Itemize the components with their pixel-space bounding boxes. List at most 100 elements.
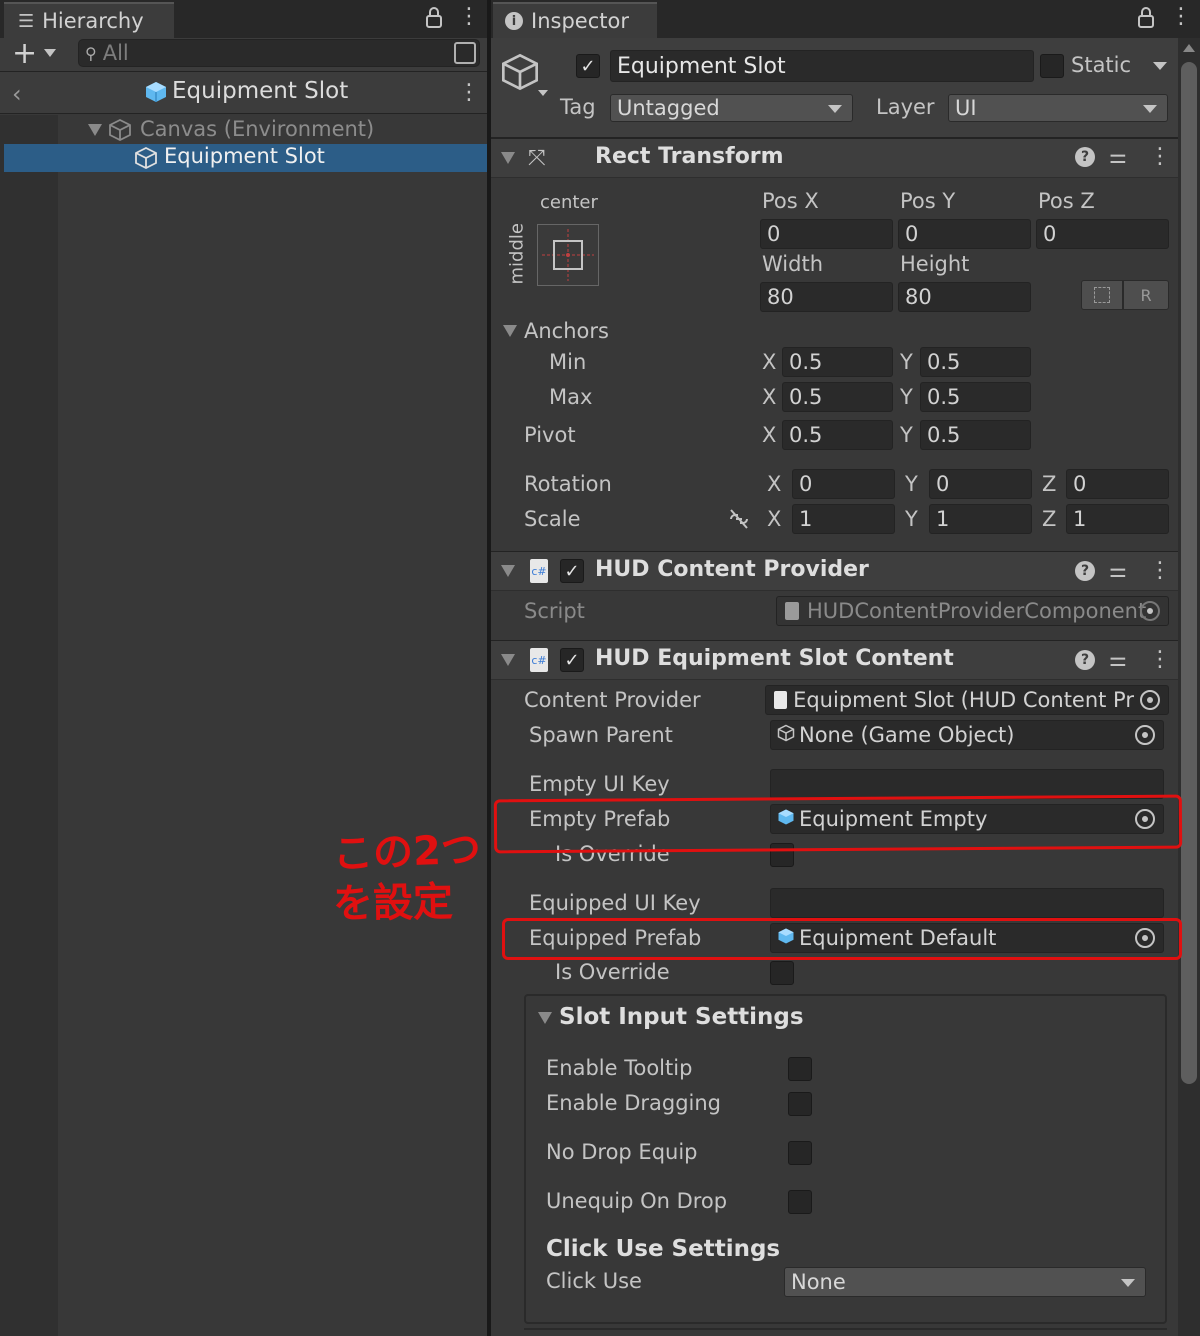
rotation-x-value: 0 [799,472,813,496]
equipped-is-override-checkbox[interactable] [770,961,794,985]
preset-sliders-icon[interactable]: ⚌ [1109,144,1127,168]
pos-x-input[interactable]: 0 [760,219,893,249]
spawn-parent-field[interactable]: None (Game Object) [770,720,1164,750]
content-provider-field[interactable]: Equipment Slot (HUD Content Pr [765,685,1169,715]
object-name-input[interactable]: Equipment Slot [610,50,1034,82]
raw-edit-button[interactable]: R [1123,280,1169,310]
object-picker-icon[interactable] [1135,725,1155,745]
help-icon[interactable]: ? [1075,147,1095,167]
hud-content-provider-enabled-toggle[interactable]: ✓ [560,559,584,583]
kebab-menu-icon[interactable]: ⋮ [458,80,480,105]
anchors-label[interactable]: Anchors [524,319,609,343]
object-picker-icon[interactable] [1140,690,1160,710]
anchor-max-x-input[interactable]: 0.5 [782,382,893,412]
collapse-triangle-icon[interactable] [501,152,515,164]
chevron-down-icon[interactable] [44,49,56,57]
rotation-x-input[interactable]: 0 [792,469,895,499]
enable-tooltip-label: Enable Tooltip [546,1056,693,1080]
static-dropdown-arrow-icon[interactable] [1153,62,1167,70]
scene-title: Equipment Slot [172,78,349,104]
annotation-highlight-empty-prefab [493,794,1183,854]
width-input[interactable]: 80 [760,282,893,312]
back-chevron-icon[interactable]: ‹ [12,80,22,108]
hierarchy-tab-label: Hierarchy [42,9,144,33]
rect-transform-icon: ⤧ [528,146,546,171]
expand-icon[interactable] [454,42,476,64]
height-input[interactable]: 80 [898,282,1031,312]
scroll-up-arrow-icon[interactable] [1183,44,1195,52]
no-drop-equip-checkbox[interactable] [788,1141,812,1165]
unequip-on-drop-checkbox[interactable] [788,1190,812,1214]
enable-tooltip-checkbox[interactable] [788,1057,812,1081]
gameobject-large-icon[interactable] [500,52,540,97]
inspector-tab[interactable]: i Inspector [493,2,657,38]
help-icon[interactable]: ? [1075,561,1095,581]
list-item-selected[interactable]: Equipment Slot [4,144,487,172]
enable-dragging-checkbox[interactable] [788,1092,812,1116]
constrain-proportions-icon[interactable] [727,508,751,535]
anchors-foldout-triangle-icon[interactable] [503,325,517,337]
layer-dropdown[interactable]: UI [948,94,1168,122]
static-toggle[interactable] [1040,54,1064,78]
expand-triangle-icon[interactable] [88,124,102,136]
slot-input-settings-title[interactable]: Slot Input Settings [559,1004,804,1030]
slot-input-foldout-triangle-icon[interactable] [538,1012,552,1024]
collapse-triangle-icon[interactable] [501,565,515,577]
blueprint-mode-button[interactable] [1081,280,1123,310]
pivot-x-input[interactable]: 0.5 [782,420,893,450]
list-item[interactable]: Canvas (Environment) [58,116,487,144]
list-item-label: Equipment Slot [164,144,325,168]
lock-icon[interactable] [424,6,444,32]
pivot-y-value: 0.5 [927,423,961,447]
gameobject-cube-icon [134,146,158,175]
hierarchy-tree-gutter [0,115,58,1336]
kebab-menu-icon[interactable]: ⋮ [1170,4,1192,29]
kebab-menu-icon[interactable]: ⋮ [458,4,480,29]
hierarchy-tab[interactable]: ☰ Hierarchy [4,2,174,38]
scale-x-input[interactable]: 1 [792,504,895,534]
pos-y-input[interactable]: 0 [898,219,1031,249]
click-use-dropdown[interactable]: None [784,1267,1146,1297]
scale-y-input[interactable]: 1 [929,504,1032,534]
width-label: Width [762,252,824,276]
pos-x-label: Pos X [762,189,819,213]
kebab-menu-icon[interactable]: ⋮ [1149,558,1171,583]
scrollbar-thumb[interactable] [1181,62,1197,1084]
add-icon[interactable]: + [12,36,37,71]
scale-z-input[interactable]: 1 [1066,504,1169,534]
rotation-y-value: 0 [936,472,950,496]
tag-dropdown[interactable]: Untagged [610,94,853,122]
pivot-y-input[interactable]: 0.5 [920,420,1031,450]
annotation-text-line1: この2つ [332,826,482,878]
equipped-ui-key-input[interactable] [770,888,1164,918]
click-use-settings-title: Click Use Settings [546,1236,781,1262]
pos-z-value: 0 [1043,222,1057,246]
anchor-min-x-input[interactable]: 0.5 [782,347,893,377]
scale-label: Scale [524,507,581,531]
click-use-label: Click Use [546,1269,642,1293]
equipped-is-override-label: Is Override [555,960,670,984]
preset-sliders-icon[interactable]: ⚌ [1109,558,1127,582]
active-toggle[interactable]: ✓ [576,54,600,78]
pos-z-input[interactable]: 0 [1036,219,1169,249]
kebab-menu-icon[interactable]: ⋮ [1149,647,1171,672]
hud-equipment-slot-content-enabled-toggle[interactable]: ✓ [560,648,584,672]
rotation-y-input[interactable]: 0 [929,469,1032,499]
lock-icon[interactable] [1136,6,1156,35]
anchor-preset-button[interactable] [537,224,599,286]
scale-x-value: 1 [799,507,813,531]
hierarchy-search-input[interactable]: ⚲ All [78,39,480,67]
y-axis-label: Y [905,472,918,496]
anchor-min-y-value: 0.5 [927,350,961,374]
pivot-x-value: 0.5 [789,423,823,447]
preset-sliders-icon[interactable]: ⚌ [1109,647,1127,671]
pivot-label: Pivot [524,423,576,447]
rotation-z-input[interactable]: 0 [1066,469,1169,499]
anchor-min-y-input[interactable]: 0.5 [920,347,1031,377]
x-axis-label: X [767,507,782,531]
help-icon[interactable]: ? [1075,650,1095,670]
collapse-triangle-icon[interactable] [501,654,515,666]
anchor-max-y-input[interactable]: 0.5 [920,382,1031,412]
kebab-menu-icon[interactable]: ⋮ [1149,144,1171,169]
icon-dropdown-arrow-icon[interactable] [538,90,548,96]
